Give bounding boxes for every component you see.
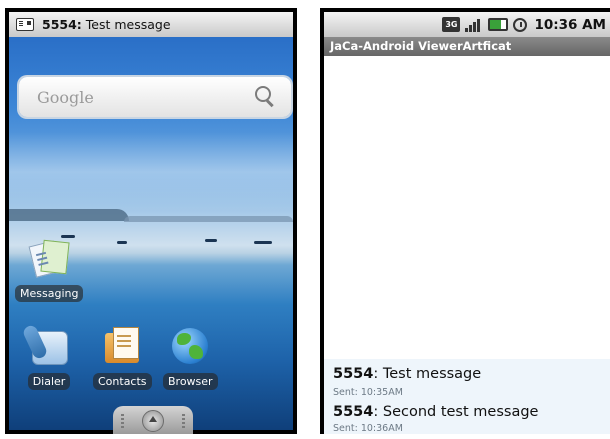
- wallpaper-haze: [9, 132, 293, 212]
- notification-text: 5554: Test message: [42, 17, 171, 32]
- message-text: Test message: [378, 366, 482, 382]
- app-label-dialer: Dialer: [27, 373, 71, 390]
- signal-icon: [465, 17, 483, 32]
- message-sender: 5554: [333, 366, 374, 382]
- app-label-messaging: Messaging: [15, 285, 84, 302]
- phone-app-screen: 3G 10:36 AM JaCa-Android ViewerArtficat …: [320, 8, 610, 434]
- app-messaging[interactable]: Messaging: [15, 235, 84, 302]
- message-sender: 5554: [333, 404, 374, 420]
- message-item[interactable]: 5554: Second test message: [333, 404, 538, 420]
- app-label-contacts: Contacts: [93, 373, 152, 390]
- app-dialer[interactable]: Dialer: [21, 323, 72, 390]
- message-list: 5554: Test message Sent: 10:35AM 5554: S…: [324, 359, 610, 434]
- network-3g-icon: 3G: [442, 17, 461, 32]
- search-icon[interactable]: [253, 85, 277, 109]
- phone-home-screen: 5554: Test message Google Messaging Dial…: [5, 8, 297, 434]
- dialer-icon: [21, 323, 72, 369]
- contacts-icon: [99, 323, 145, 369]
- wallpaper-hills: [124, 216, 293, 222]
- drawer-grip: [182, 414, 185, 428]
- wallpaper-rock: [117, 241, 127, 244]
- notification-message-icon: [16, 18, 34, 31]
- status-bar[interactable]: 5554: Test message: [9, 12, 293, 37]
- search-placeholder: Google: [37, 87, 94, 107]
- app-drawer-button[interactable]: [113, 406, 193, 434]
- status-bar[interactable]: 3G 10:36 AM: [324, 12, 610, 37]
- alarm-icon: [513, 17, 528, 32]
- google-search-widget[interactable]: Google: [19, 77, 291, 117]
- notification-sender: 5554: [42, 17, 77, 32]
- message-sent-time: Sent: 10:36AM: [333, 423, 403, 434]
- drawer-grip: [121, 414, 124, 428]
- app-browser[interactable]: Browser: [163, 323, 218, 390]
- app-contacts[interactable]: Contacts: [93, 323, 152, 390]
- message-sent-time: Sent: 10:35AM: [333, 387, 403, 398]
- app-label-browser: Browser: [163, 373, 218, 390]
- message-text: Second test message: [378, 404, 539, 420]
- app-title-bar: JaCa-Android ViewerArtficat: [324, 37, 610, 56]
- wallpaper-island: [9, 209, 129, 221]
- browser-icon: [167, 323, 213, 369]
- message-item[interactable]: 5554: Test message: [333, 366, 481, 382]
- wallpaper: Google Messaging Dialer Contacts Browser: [9, 37, 293, 430]
- messaging-icon: [26, 235, 72, 281]
- notification-message: Test message: [81, 17, 171, 32]
- battery-icon: [488, 18, 509, 31]
- wallpaper-rock: [254, 241, 272, 244]
- arrow-up-icon: [142, 410, 164, 432]
- status-time: 10:36 AM: [534, 16, 606, 33]
- wallpaper-rock: [205, 239, 217, 242]
